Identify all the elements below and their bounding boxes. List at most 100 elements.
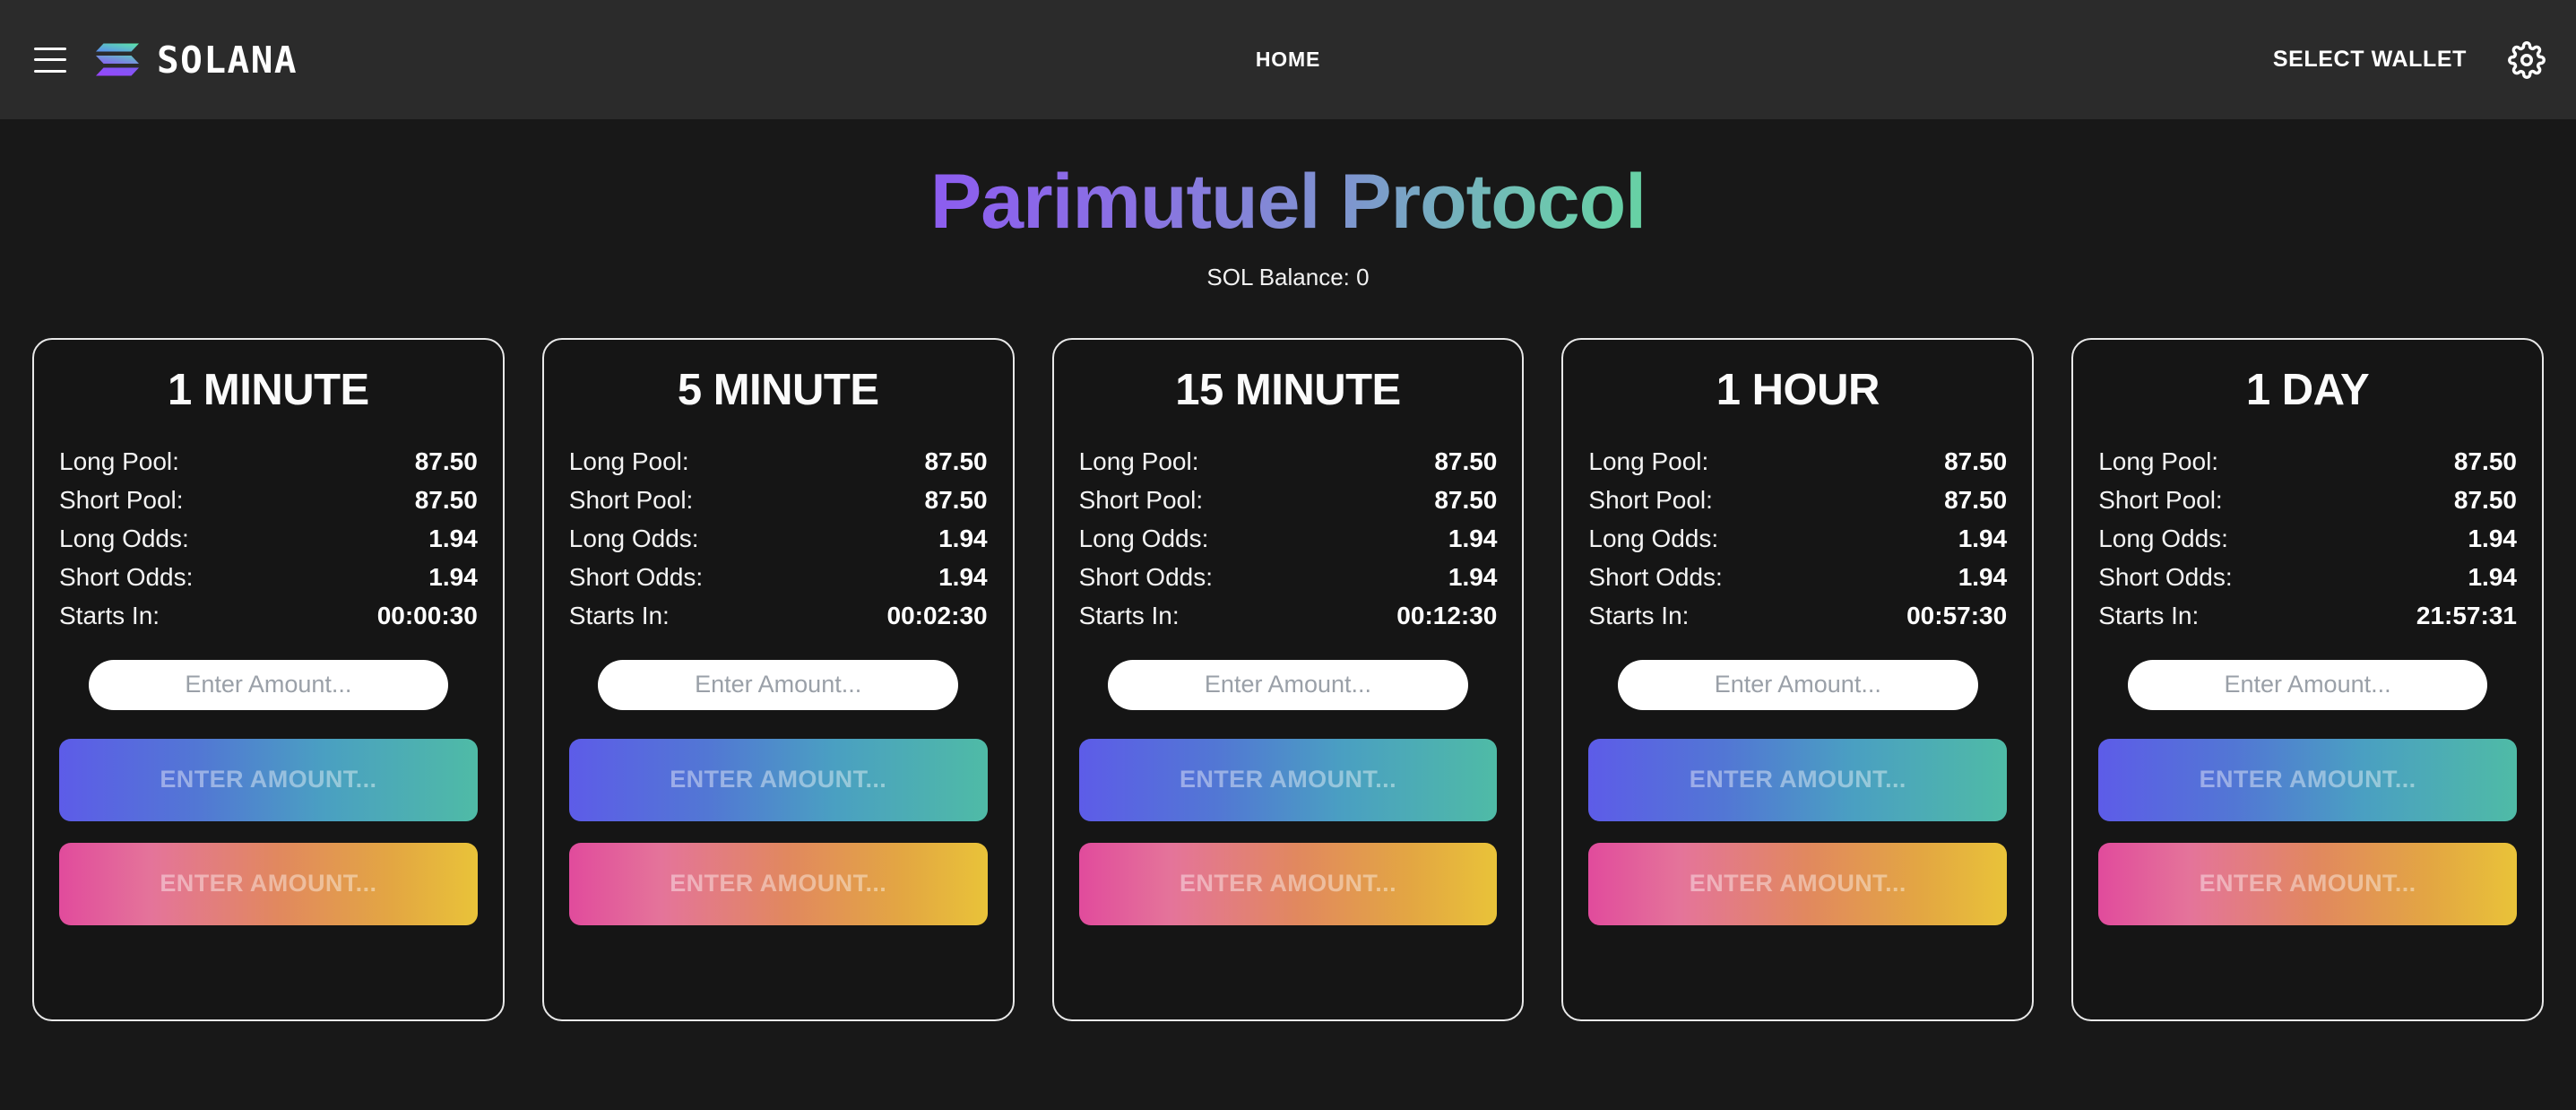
stat-label: Long Odds: xyxy=(1588,524,1719,552)
stat-label: Short Pool: xyxy=(59,485,184,514)
countdown-value: 00:12:30 xyxy=(1396,601,1498,629)
brand-logo-link[interactable]: SOLANA xyxy=(95,39,298,82)
stat-short-pool: Short Pool: 87.50 xyxy=(1079,486,1498,515)
stat-label: Short Odds: xyxy=(1588,562,1723,591)
stat-label: Long Odds: xyxy=(568,524,699,552)
navbar-right-group: SELECT WALLET xyxy=(2273,40,2546,79)
hamburger-bar xyxy=(34,69,66,73)
stat-starts-in: Starts In: 21:57:31 xyxy=(2098,602,2517,630)
stat-value: 87.50 xyxy=(1434,447,1498,475)
stat-label: Long Pool: xyxy=(568,447,689,475)
navbar-left-group: SOLANA xyxy=(30,39,298,82)
stat-value: 87.50 xyxy=(414,447,478,475)
countdown-value: 00:57:30 xyxy=(1906,601,2008,629)
stat-value: 1.94 xyxy=(1958,562,2008,591)
card-stats: Long Pool: 87.50 Short Pool: 87.50 Long … xyxy=(2098,447,2517,630)
stat-value: 87.50 xyxy=(924,447,988,475)
place-short-bet-button[interactable]: ENTER AMOUNT... xyxy=(1588,842,2008,925)
stat-value: 1.94 xyxy=(1448,524,1498,552)
stat-starts-in: Starts In: 00:00:30 xyxy=(59,602,478,630)
stat-label: Long Pool: xyxy=(1078,447,1199,475)
nav-link-home[interactable]: HOME xyxy=(1256,48,1320,72)
stat-long-pool: Long Pool: 87.50 xyxy=(2098,447,2517,476)
stat-starts-in: Starts In: 00:57:30 xyxy=(1588,602,2007,630)
hamburger-bar xyxy=(34,47,66,50)
stat-short-odds: Short Odds: 1.94 xyxy=(2098,563,2517,592)
stat-long-pool: Long Pool: 87.50 xyxy=(59,447,478,476)
stat-short-pool: Short Pool: 87.50 xyxy=(1588,486,2007,515)
stat-long-odds: Long Odds: 1.94 xyxy=(2098,525,2517,553)
stat-short-odds: Short Odds: 1.94 xyxy=(569,563,988,592)
stat-short-odds: Short Odds: 1.94 xyxy=(1079,563,1498,592)
card-title: 1 MINUTE xyxy=(168,365,369,414)
page-title: Parimutuel Protocol xyxy=(929,159,1647,245)
stat-value: 1.94 xyxy=(1958,524,2008,552)
stat-label: Long Odds: xyxy=(2098,524,2228,552)
gear-icon[interactable] xyxy=(2508,40,2546,79)
stat-short-pool: Short Pool: 87.50 xyxy=(59,486,478,515)
navbar-center-group: HOME xyxy=(0,0,2576,119)
card-stats: Long Pool: 87.50 Short Pool: 87.50 Long … xyxy=(1588,447,2007,630)
stat-long-odds: Long Odds: 1.94 xyxy=(1079,525,1498,553)
place-short-bet-button[interactable]: ENTER AMOUNT... xyxy=(568,842,988,925)
place-short-bet-button[interactable]: ENTER AMOUNT... xyxy=(2098,842,2517,925)
stat-short-odds: Short Odds: 1.94 xyxy=(1588,563,2007,592)
market-card-grid: 1 MINUTE Long Pool: 87.50 Short Pool: 87… xyxy=(0,337,2576,1021)
countdown-value: 00:00:30 xyxy=(376,601,478,629)
place-long-bet-button[interactable]: ENTER AMOUNT... xyxy=(59,738,478,821)
stat-value: 87.50 xyxy=(1944,447,2008,475)
stat-label: Long Pool: xyxy=(1588,447,1709,475)
stat-value: 87.50 xyxy=(2453,447,2517,475)
stat-label: Starts In: xyxy=(1588,601,1690,629)
place-long-bet-button[interactable]: ENTER AMOUNT... xyxy=(568,738,988,821)
stat-value: 87.50 xyxy=(1944,485,2008,514)
stat-label: Short Odds: xyxy=(568,562,704,591)
market-card: 1 MINUTE Long Pool: 87.50 Short Pool: 87… xyxy=(32,337,505,1021)
hamburger-menu-icon[interactable] xyxy=(30,45,70,75)
place-short-bet-button[interactable]: ENTER AMOUNT... xyxy=(59,842,478,925)
market-card: 5 MINUTE Long Pool: 87.50 Short Pool: 87… xyxy=(541,337,1015,1021)
stat-long-pool: Long Pool: 87.50 xyxy=(1079,447,1498,476)
amount-input[interactable] xyxy=(1618,659,1978,710)
place-short-bet-button[interactable]: ENTER AMOUNT... xyxy=(1078,842,1498,925)
sol-balance-text: SOL Balance: 0 xyxy=(1206,263,1370,291)
select-wallet-button[interactable]: SELECT WALLET xyxy=(2273,47,2467,73)
stat-label: Short Pool: xyxy=(568,485,694,514)
stat-long-odds: Long Odds: 1.94 xyxy=(1588,525,2007,553)
amount-input[interactable] xyxy=(2127,659,2488,710)
stat-short-odds: Short Odds: 1.94 xyxy=(59,563,478,592)
card-title: 15 MINUTE xyxy=(1175,365,1401,414)
stat-label: Long Pool: xyxy=(2098,447,2219,475)
stat-value: 87.50 xyxy=(2453,485,2517,514)
stat-long-pool: Long Pool: 87.50 xyxy=(569,447,988,476)
stat-short-pool: Short Pool: 87.50 xyxy=(2098,486,2517,515)
amount-input[interactable] xyxy=(1108,659,1468,710)
stat-long-odds: Long Odds: 1.94 xyxy=(59,525,478,553)
stat-value: 1.94 xyxy=(938,524,988,552)
stat-label: Long Odds: xyxy=(59,524,189,552)
card-title: 1 DAY xyxy=(2245,365,2370,414)
place-long-bet-button[interactable]: ENTER AMOUNT... xyxy=(2098,738,2517,821)
stat-value: 1.94 xyxy=(938,562,988,591)
brand-name: SOLANA xyxy=(157,38,298,82)
place-long-bet-button[interactable]: ENTER AMOUNT... xyxy=(1078,738,1498,821)
stat-label: Short Odds: xyxy=(2098,562,2233,591)
stat-long-odds: Long Odds: 1.94 xyxy=(569,525,988,553)
hamburger-bar xyxy=(34,58,66,61)
stat-long-pool: Long Pool: 87.50 xyxy=(1588,447,2007,476)
stat-value: 1.94 xyxy=(1448,562,1498,591)
stat-label: Short Pool: xyxy=(1078,485,1204,514)
card-title: 1 HOUR xyxy=(1716,365,1880,414)
stat-label: Long Odds: xyxy=(1078,524,1209,552)
stat-label: Starts In: xyxy=(568,601,670,629)
countdown-value: 21:57:31 xyxy=(2416,601,2517,629)
stat-label: Starts In: xyxy=(1078,601,1180,629)
stat-label: Short Odds: xyxy=(59,562,194,591)
stat-value: 1.94 xyxy=(428,562,478,591)
amount-input[interactable] xyxy=(598,659,958,710)
place-long-bet-button[interactable]: ENTER AMOUNT... xyxy=(1588,738,2008,821)
solana-logo-icon xyxy=(96,43,139,76)
card-stats: Long Pool: 87.50 Short Pool: 87.50 Long … xyxy=(569,447,988,630)
amount-input[interactable] xyxy=(88,659,449,710)
market-card: 1 DAY Long Pool: 87.50 Short Pool: 87.50… xyxy=(2071,337,2544,1021)
